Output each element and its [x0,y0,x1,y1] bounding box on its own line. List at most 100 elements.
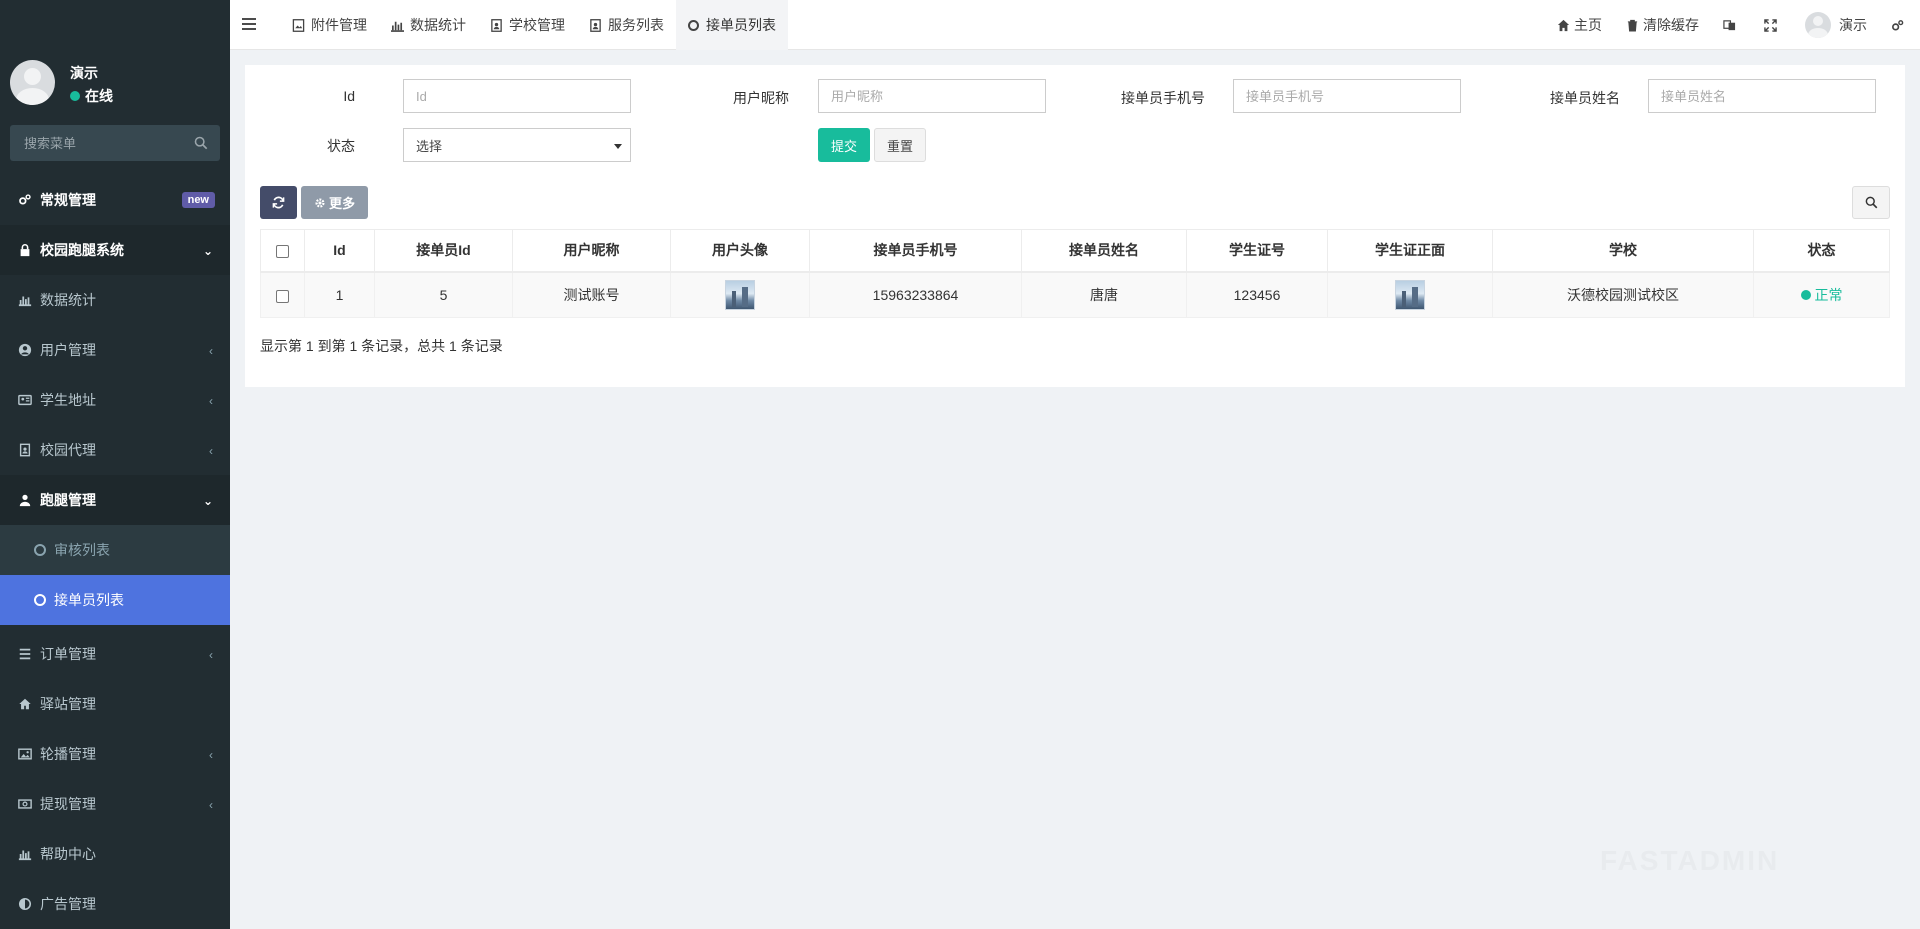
cell-student-no: 123456 [1186,271,1328,318]
menu-search-input[interactable] [10,125,220,161]
sidebar-item-label: 广告管理 [40,896,96,912]
language-button[interactable] [1711,0,1752,50]
sidebar-item-review-list[interactable]: 审核列表 [0,525,230,575]
bar-chart-icon [391,19,404,32]
sidebar-item-runner-list[interactable]: 接单员列表 [0,575,230,625]
sidebar-item-errand-management[interactable]: 跑腿管理 ⌄ [0,475,230,525]
tab-label: 附件管理 [311,17,367,33]
column-header[interactable]: 学校 [1492,229,1754,273]
user-menu[interactable]: 演示 [1793,0,1879,50]
file-image-icon [292,18,305,32]
table-search-button[interactable] [1852,186,1890,219]
cogs-icon [18,193,32,207]
filter-status-value: 选择 [416,138,443,154]
more-button[interactable]: 更多 [301,186,368,219]
sidebar-item-label: 驿站管理 [40,696,96,712]
nav-tabs: 附件管理 数据统计 学校管理 服务列表 接单员列表 [280,0,788,50]
home-link[interactable]: 主页 [1545,0,1614,50]
select-all-cell [260,229,305,273]
column-header[interactable]: 学生证正面 [1327,229,1493,273]
status-dot-icon [1800,289,1811,300]
chevron-left-icon: ‹ [209,798,213,812]
avatar [1805,12,1831,38]
sidebar-item-label: 数据统计 [40,292,96,308]
language-icon [1723,19,1736,30]
clear-cache-button[interactable]: 清除缓存 [1614,0,1711,50]
sidebar-item-label: 校园跑腿系统 [40,242,124,258]
topbar-username: 演示 [1839,17,1867,33]
filter-status-select[interactable]: 选择 [403,128,631,162]
filter-realname-label: 接单员姓名 [1550,90,1620,106]
chevron-left-icon: ‹ [209,748,213,762]
filter-id-input[interactable] [403,79,631,113]
cog-icon [315,197,325,208]
tab-label: 数据统计 [410,17,466,33]
column-header[interactable]: 状态 [1753,229,1890,273]
column-header[interactable]: 接单员姓名 [1021,229,1187,273]
reset-button[interactable]: 重置 [874,128,926,162]
user-secret-icon [18,493,32,507]
sidebar-item-campus-agent[interactable]: 校园代理 ‹ [0,425,230,475]
id-card-icon [18,393,32,407]
home-icon [18,697,32,711]
tab-stats[interactable]: 数据统计 [379,0,478,50]
sidebar-item-general[interactable]: 常规管理 new [0,175,230,225]
search-icon [1865,196,1877,209]
column-header[interactable]: Id [304,229,375,273]
tab-label: 学校管理 [509,17,565,33]
cell-avatar [670,271,810,318]
tab-services[interactable]: 服务列表 [577,0,676,50]
errand-submenu: 审核列表 接单员列表 [0,525,230,625]
student-card-thumbnail[interactable] [1395,279,1425,310]
control-sidebar-button[interactable] [1879,0,1920,50]
sidebar-item-withdraw[interactable]: 提现管理 ‹ [0,779,230,829]
adjust-icon [18,897,32,911]
sidebar-item-campus-errand[interactable]: 校园跑腿系统 ⌄ [0,225,230,275]
column-header[interactable]: 接单员Id [374,229,513,273]
sidebar-item-help[interactable]: 帮助中心 [0,829,230,879]
sidebar-item-label: 提现管理 [40,796,96,812]
user-icon [490,18,503,32]
refresh-button[interactable] [260,186,297,219]
sidebar-item-label: 帮助中心 [40,846,96,862]
sidebar-item-stats[interactable]: 数据统计 [0,275,230,325]
refresh-icon [272,196,285,209]
avatar [10,60,55,105]
filter-phone-input[interactable] [1233,79,1461,113]
cell-name: 唐唐 [1021,271,1187,318]
search-icon[interactable] [194,136,208,150]
sidebar-item-label: 跑腿管理 [40,492,96,508]
submit-button[interactable]: 提交 [818,128,870,162]
tab-schools[interactable]: 学校管理 [478,0,577,50]
column-header[interactable]: 学生证号 [1186,229,1328,273]
cell-phone: 15963233864 [809,271,1022,318]
column-header[interactable]: 用户昵称 [512,229,671,273]
tab-runner-list[interactable]: 接单员列表 [676,0,788,50]
tab-attachments[interactable]: 附件管理 [280,0,379,50]
sidebar-item-ads[interactable]: 广告管理 [0,879,230,929]
cell-nickname: 测试账号 [512,271,671,318]
cell-status: 正常 [1753,271,1890,318]
column-header[interactable]: 用户头像 [670,229,810,273]
filter-realname-input[interactable] [1648,79,1876,113]
fullscreen-button[interactable] [1752,0,1793,50]
tab-label: 接单员列表 [706,17,776,33]
sidebar-item-student-address[interactable]: 学生地址 ‹ [0,375,230,425]
column-header[interactable]: 接单员手机号 [809,229,1022,273]
chevron-down-icon: ⌄ [202,244,213,258]
runner-table: Id 接单员Id 用户昵称 用户头像 接单员手机号 接单员姓名 学生证号 学生证… [260,229,1890,318]
row-checkbox[interactable] [276,289,289,303]
sidebar-item-users[interactable]: 用户管理 ‹ [0,325,230,375]
cell-runner-id: 5 [374,271,513,318]
table-row: 1 5 测试账号 15963233864 唐唐 123456 沃德校园测试校区 … [260,271,1890,318]
filter-nickname-input[interactable] [818,79,1046,113]
image-icon [18,747,32,761]
menu-toggle-icon[interactable] [242,17,256,31]
sidebar-item-orders[interactable]: 订单管理 ‹ [0,629,230,679]
circle-icon [688,19,699,31]
user-avatar-thumbnail[interactable] [725,279,755,310]
select-all-checkbox[interactable] [276,245,289,259]
sidebar-item-station[interactable]: 驿站管理 [0,679,230,729]
sidebar-item-carousel[interactable]: 轮播管理 ‹ [0,729,230,779]
pagination-info: 显示第 1 到第 1 条记录，总共 1 条记录 [260,338,503,354]
